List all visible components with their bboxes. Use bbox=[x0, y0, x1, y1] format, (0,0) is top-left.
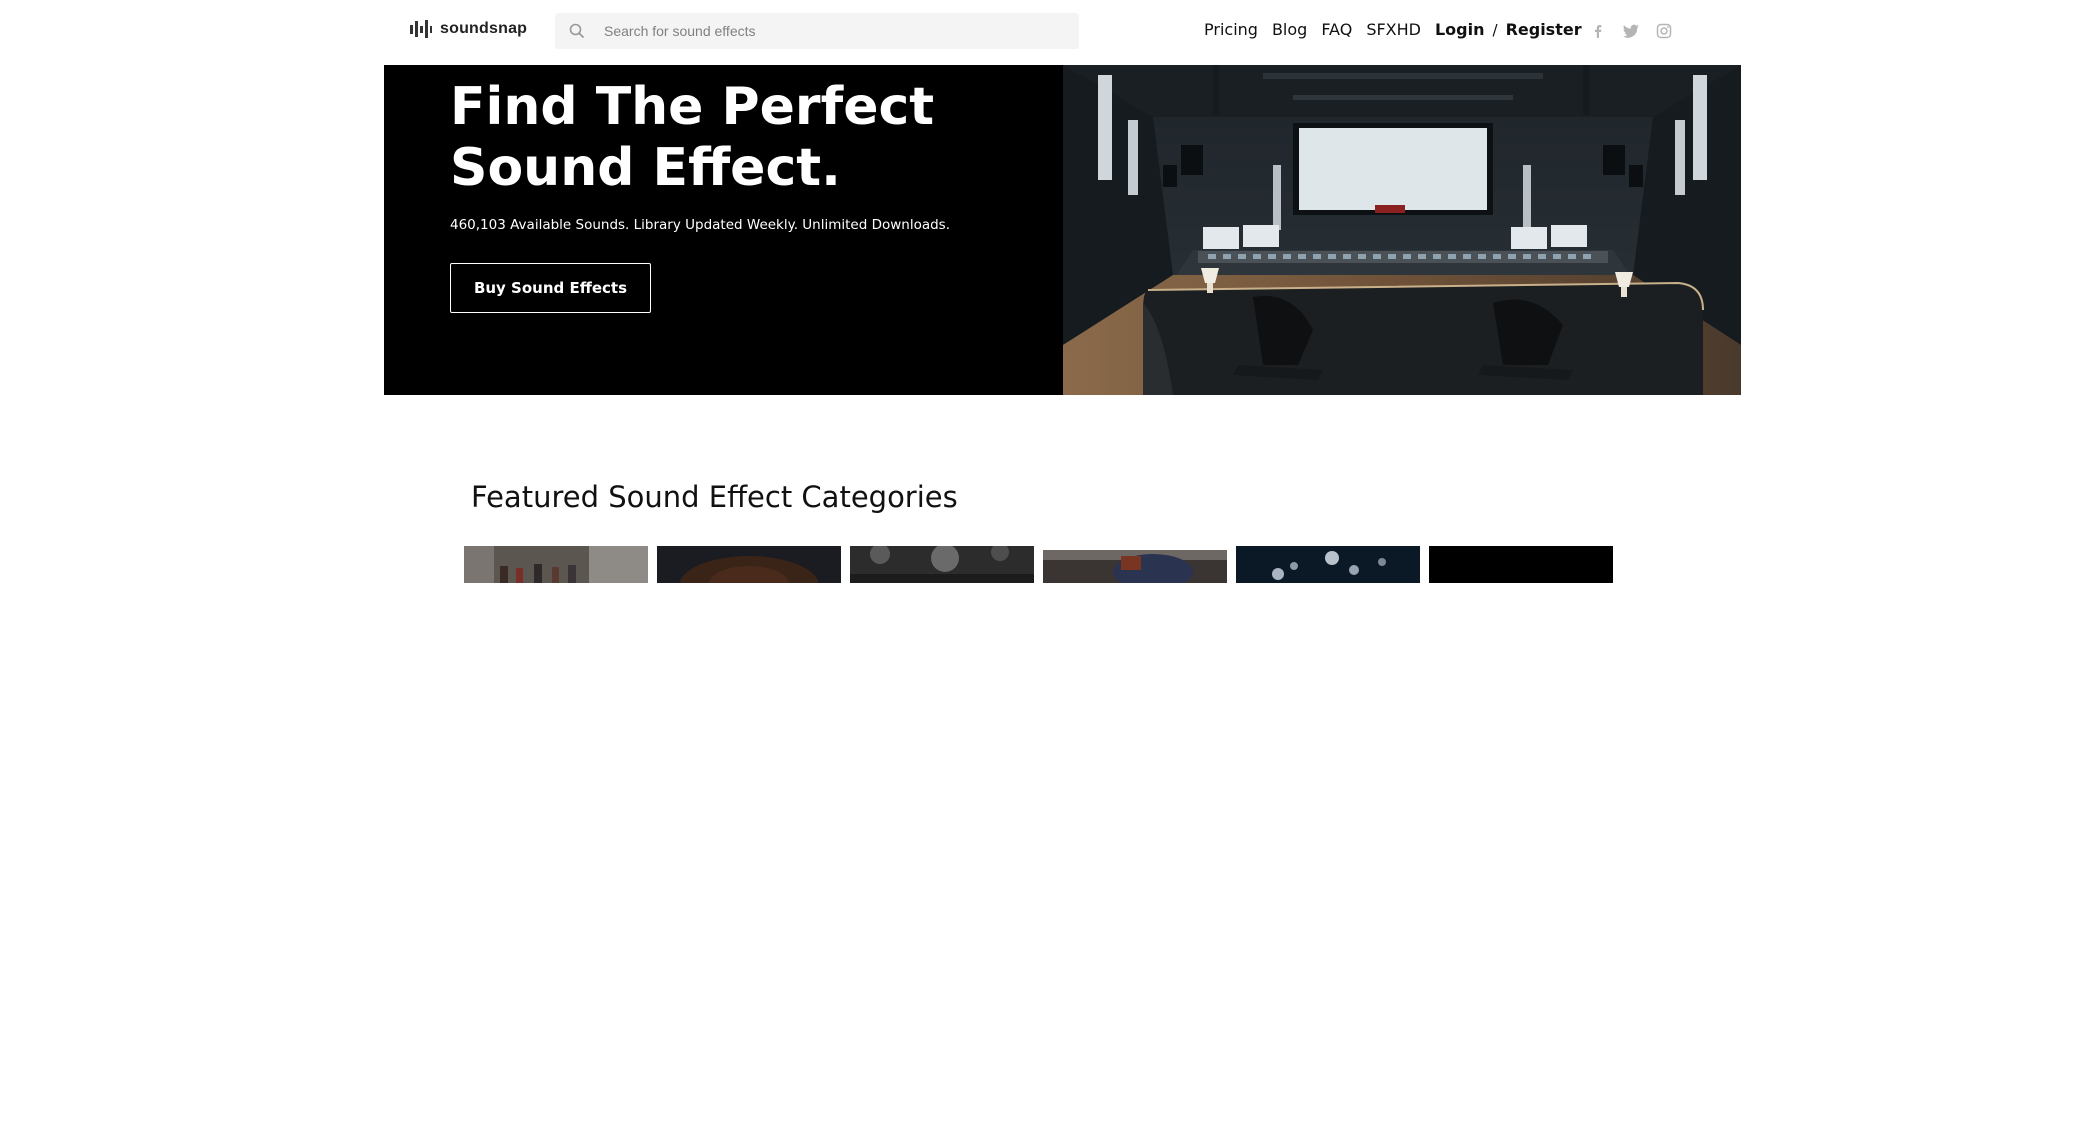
facebook-icon[interactable] bbox=[1590, 23, 1606, 39]
search-input[interactable]: Search for sound effects bbox=[555, 13, 1079, 49]
twitter-icon[interactable] bbox=[1622, 23, 1640, 39]
social-links bbox=[1590, 23, 1672, 39]
featured-categories-title: Featured Sound Effect Categories bbox=[471, 480, 958, 514]
featured-categories-row bbox=[464, 546, 1614, 583]
instagram-icon[interactable] bbox=[1656, 23, 1672, 39]
category-card[interactable] bbox=[657, 546, 841, 583]
category-card[interactable] bbox=[1043, 546, 1227, 583]
main-nav: Pricing Blog FAQ SFXHD Login / Register bbox=[1204, 20, 1582, 39]
category-thumbnail bbox=[464, 546, 648, 583]
soundwave-logo-icon bbox=[410, 20, 432, 38]
logo-text: soundsnap bbox=[440, 20, 528, 37]
nav-pricing-link[interactable]: Pricing bbox=[1204, 20, 1258, 39]
category-card[interactable] bbox=[1236, 546, 1420, 583]
hero-subtitle: 460,103 Available Sounds. Library Update… bbox=[450, 217, 951, 233]
search-icon bbox=[569, 23, 585, 39]
site-header: soundsnap Search for sound effects Prici… bbox=[0, 0, 2078, 65]
nav-blog-link[interactable]: Blog bbox=[1272, 20, 1307, 39]
studio-image bbox=[1063, 65, 1741, 395]
hero-title: Find The Perfect Sound Effect. bbox=[450, 77, 935, 198]
buy-sound-effects-button[interactable]: Buy Sound Effects bbox=[450, 263, 651, 313]
login-link[interactable]: Login bbox=[1435, 20, 1485, 39]
hero-banner: Find The Perfect Sound Effect. 460,103 A… bbox=[384, 65, 1741, 395]
category-thumbnail bbox=[1043, 546, 1227, 583]
nav-faq-link[interactable]: FAQ bbox=[1321, 20, 1352, 39]
register-link[interactable]: Register bbox=[1506, 20, 1582, 39]
search-placeholder: Search for sound effects bbox=[604, 23, 756, 39]
category-thumbnail bbox=[1236, 546, 1420, 583]
nav-sfxhd-link[interactable]: SFXHD bbox=[1366, 20, 1421, 39]
category-thumbnail bbox=[1429, 546, 1613, 583]
category-thumbnail bbox=[657, 546, 841, 583]
category-thumbnail bbox=[850, 546, 1034, 583]
site-logo[interactable]: soundsnap bbox=[410, 20, 527, 38]
category-card[interactable] bbox=[464, 546, 648, 583]
category-card[interactable] bbox=[1429, 546, 1613, 583]
category-card[interactable] bbox=[850, 546, 1034, 583]
login-register-separator: / bbox=[1492, 20, 1498, 39]
